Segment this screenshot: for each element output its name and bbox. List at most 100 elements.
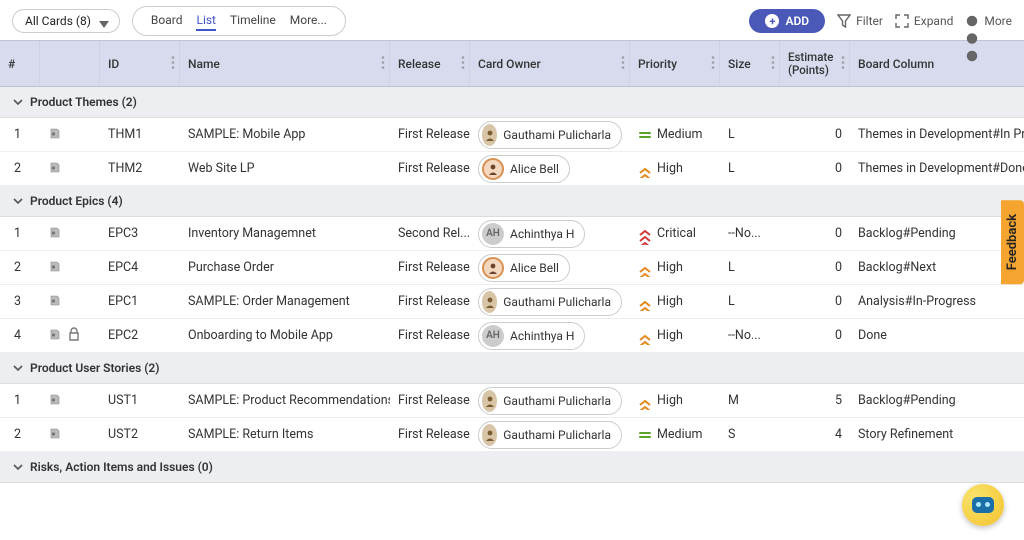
- priority-label: High: [657, 260, 683, 275]
- cell-owner: Gauthami Pulicharla: [470, 286, 630, 318]
- table-row[interactable]: 2UST2SAMPLE: Return ItemsFirst ReleaseGa…: [0, 418, 1024, 452]
- chevron-down-icon[interactable]: [12, 96, 24, 108]
- more-button[interactable]: More: [965, 14, 1012, 28]
- cell-id: EPC3: [100, 224, 180, 243]
- priority-label: High: [657, 393, 683, 408]
- priority-label: High: [657, 328, 683, 343]
- cell-size: L: [720, 292, 780, 311]
- col-menu-icon[interactable]: [841, 55, 845, 72]
- col-menu-icon[interactable]: [381, 55, 385, 72]
- owner-name: Gauthami Pulicharla: [503, 428, 611, 442]
- cell-release: Second Rel...: [390, 224, 470, 243]
- owner-pill[interactable]: AHAchinthya H: [478, 322, 585, 350]
- owner-pill[interactable]: Gauthami Pulicharla: [478, 387, 622, 415]
- owner-pill[interactable]: Gauthami Pulicharla: [478, 421, 622, 449]
- col-index[interactable]: #: [0, 41, 40, 86]
- cell-priority: High: [630, 159, 720, 178]
- cell-name: Purchase Order: [180, 258, 390, 277]
- cell-estimate: 0: [780, 258, 850, 277]
- table-row[interactable]: 2EPC4Purchase OrderFirst ReleaseAlice Be…: [0, 251, 1024, 285]
- cell-type: [40, 390, 100, 412]
- tab-board[interactable]: Board: [151, 11, 183, 31]
- col-menu-icon[interactable]: [171, 55, 175, 72]
- col-size[interactable]: Size: [720, 41, 780, 86]
- col-release[interactable]: Release: [390, 41, 470, 86]
- table-row[interactable]: 4EPC2Onboarding to Mobile AppFirst Relea…: [0, 319, 1024, 353]
- cell-size: --No...: [720, 224, 780, 243]
- col-menu-icon[interactable]: [621, 55, 625, 72]
- col-owner[interactable]: Card Owner: [470, 41, 630, 86]
- group-title: Product Themes (2): [30, 95, 137, 109]
- col-id[interactable]: ID: [100, 41, 180, 86]
- col-type[interactable]: [40, 41, 100, 86]
- cell-estimate: 0: [780, 159, 850, 178]
- table-row[interactable]: 1UST1SAMPLE: Product RecommendationsFirs…: [0, 384, 1024, 418]
- cell-estimate: 0: [780, 292, 850, 311]
- cell-name: Inventory Managemnet: [180, 224, 390, 243]
- col-estimate[interactable]: Estimate(Points): [780, 41, 850, 86]
- cell-id: UST2: [100, 425, 180, 444]
- table-row[interactable]: 2THM2Web Site LPFirst ReleaseAlice BellH…: [0, 152, 1024, 186]
- col-priority[interactable]: Priority: [630, 41, 720, 86]
- group-header[interactable]: Product User Stories (2): [0, 353, 1024, 384]
- owner-pill[interactable]: Gauthami Pulicharla: [478, 288, 622, 316]
- cell-name: SAMPLE: Order Management: [180, 292, 390, 311]
- bot-icon: [972, 497, 994, 513]
- group-title: Risks, Action Items and Issues (0): [30, 460, 213, 474]
- cell-release: First Release: [390, 425, 470, 444]
- table-row[interactable]: 1THM1SAMPLE: Mobile AppFirst ReleaseGaut…: [0, 118, 1024, 152]
- group-header[interactable]: Product Epics (4): [0, 186, 1024, 217]
- add-button[interactable]: + ADD: [749, 9, 825, 33]
- chevron-down-icon[interactable]: [12, 362, 24, 374]
- cell-owner: Gauthami Pulicharla: [470, 119, 630, 151]
- cell-size: L: [720, 258, 780, 277]
- cell-id: UST1: [100, 391, 180, 410]
- cards-dropdown-label: All Cards (8): [25, 14, 91, 28]
- group-header[interactable]: Risks, Action Items and Issues (0): [0, 452, 1024, 483]
- owner-pill[interactable]: Gauthami Pulicharla: [478, 121, 622, 149]
- cell-index: 1: [0, 391, 40, 410]
- cell-index: 3: [0, 292, 40, 311]
- group-header[interactable]: Product Themes (2): [0, 87, 1024, 118]
- cell-release: First Release: [390, 159, 470, 178]
- cell-release: First Release: [390, 391, 470, 410]
- tab-list[interactable]: List: [196, 11, 216, 31]
- plus-icon: +: [765, 14, 779, 28]
- cell-id: THM2: [100, 159, 180, 178]
- filter-button[interactable]: Filter: [837, 14, 883, 28]
- owner-name: Gauthami Pulicharla: [503, 295, 611, 309]
- chatbot-button[interactable]: [962, 484, 1004, 526]
- col-menu-icon[interactable]: [771, 55, 775, 72]
- avatar: [482, 257, 504, 279]
- table-row[interactable]: 3EPC1SAMPLE: Order ManagementFirst Relea…: [0, 285, 1024, 319]
- col-name[interactable]: Name: [180, 41, 390, 86]
- expand-icon: [895, 14, 909, 28]
- cards-dropdown[interactable]: All Cards (8): [12, 9, 120, 33]
- priority-label: High: [657, 161, 683, 176]
- cell-type: [40, 325, 100, 347]
- cell-index: 2: [0, 425, 40, 444]
- expand-button[interactable]: Expand: [895, 14, 953, 28]
- cell-priority: High: [630, 258, 720, 277]
- chevron-down-icon[interactable]: [12, 195, 24, 207]
- cell-owner: Gauthami Pulicharla: [470, 419, 630, 451]
- avatar: [482, 424, 497, 446]
- avatar: [482, 124, 497, 146]
- cell-priority: Medium: [630, 125, 720, 144]
- tab-timeline[interactable]: Timeline: [230, 11, 276, 31]
- table-header: # ID Name Release Card Owner Priority Si…: [0, 40, 1024, 87]
- table-row[interactable]: 1EPC3Inventory ManagemnetSecond Rel...AH…: [0, 217, 1024, 251]
- col-board-column[interactable]: Board Column: [850, 41, 1024, 86]
- tab-more[interactable]: More...: [290, 11, 327, 31]
- kebab-icon: [965, 14, 979, 28]
- cell-release: First Release: [390, 125, 470, 144]
- feedback-tab[interactable]: Feedback: [1001, 200, 1024, 284]
- owner-pill[interactable]: AHAchinthya H: [478, 220, 585, 248]
- cell-id: THM1: [100, 125, 180, 144]
- chevron-down-icon[interactable]: [12, 461, 24, 473]
- owner-pill[interactable]: Alice Bell: [478, 155, 570, 183]
- owner-pill[interactable]: Alice Bell: [478, 254, 570, 282]
- col-menu-icon[interactable]: [711, 55, 715, 72]
- priority-high-icon: [638, 330, 652, 342]
- col-menu-icon[interactable]: [461, 55, 465, 72]
